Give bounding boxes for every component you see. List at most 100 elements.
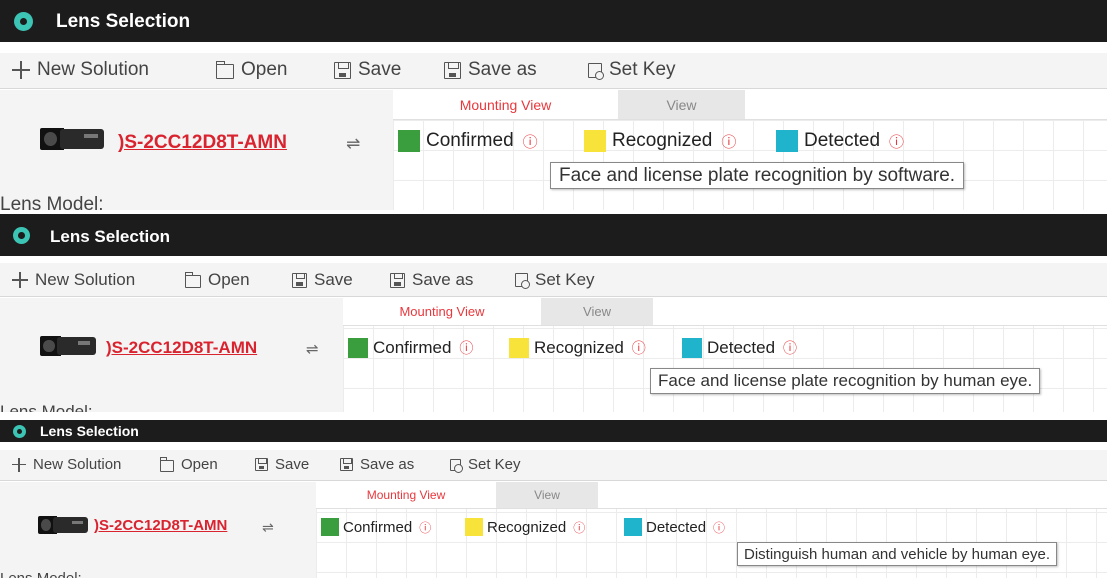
save-as-icon bbox=[340, 458, 353, 471]
info-icon[interactable]: ⓘ bbox=[573, 519, 585, 536]
camera-model-link[interactable]: )S-2CC12D8T-AMN bbox=[94, 517, 227, 534]
camera-plate bbox=[72, 521, 83, 524]
info-icon[interactable]: ⓘ bbox=[889, 131, 904, 152]
legend-recognized: Recognized ⓘ bbox=[509, 338, 646, 358]
recognized-label: Recognized bbox=[534, 338, 624, 357]
open-label: Open bbox=[181, 456, 218, 473]
recognized-label: Recognized bbox=[487, 518, 567, 536]
app-title: Lens Selection bbox=[40, 423, 139, 439]
info-icon[interactable]: ⓘ bbox=[632, 338, 646, 358]
camera-plate bbox=[84, 134, 98, 138]
tab-view[interactable]: View bbox=[618, 90, 745, 119]
tooltip: Face and license plate recognition by hu… bbox=[650, 368, 1041, 394]
open-button[interactable]: Open bbox=[184, 270, 250, 290]
lens-selection-window-2: Lens Selection New Solution Open Save Sa… bbox=[0, 214, 1107, 412]
info-icon[interactable]: ⓘ bbox=[459, 338, 473, 358]
open-button[interactable]: Open bbox=[159, 456, 218, 473]
view-tabs: Mounting View View bbox=[393, 90, 1107, 120]
tab-mounting-view[interactable]: Mounting View bbox=[343, 298, 541, 325]
save-label: Save bbox=[275, 456, 310, 473]
tab-mounting-view[interactable]: Mounting View bbox=[393, 90, 618, 119]
swap-icon[interactable]: ⇌ bbox=[306, 340, 319, 358]
set-key-label: Set Key bbox=[535, 270, 595, 289]
set-key-label: Set Key bbox=[609, 59, 676, 80]
key-icon bbox=[450, 458, 463, 473]
save-as-button[interactable]: Save as bbox=[390, 270, 473, 290]
info-icon[interactable]: ⓘ bbox=[783, 338, 797, 358]
set-key-button[interactable]: Set Key bbox=[515, 270, 595, 290]
detected-swatch bbox=[624, 518, 642, 536]
camera-body bbox=[53, 517, 88, 533]
lens-selection-window-1: Lens Selection New Solution Open Save Sa… bbox=[0, 0, 1107, 210]
camera-body bbox=[60, 129, 104, 149]
legend-recognized: Recognized ⓘ bbox=[584, 130, 736, 152]
detected-label: Detected bbox=[707, 338, 776, 357]
save-as-button[interactable]: Save as bbox=[340, 456, 414, 473]
new-solution-button[interactable]: New Solution bbox=[12, 270, 135, 290]
save-button[interactable]: Save bbox=[292, 270, 353, 290]
lens-app-icon bbox=[14, 12, 33, 31]
folder-icon bbox=[159, 456, 174, 472]
tab-view[interactable]: View bbox=[541, 298, 653, 325]
save-as-label: Save as bbox=[360, 456, 415, 473]
camera-model-link[interactable]: )S-2CC12D8T-AMN bbox=[118, 132, 287, 154]
view-tabs: Mounting View View bbox=[316, 482, 1107, 509]
recognized-swatch bbox=[584, 130, 606, 152]
info-icon[interactable]: ⓘ bbox=[419, 519, 431, 536]
detected-label: Detected bbox=[646, 518, 707, 536]
detected-swatch bbox=[776, 130, 798, 152]
confirmed-swatch bbox=[348, 338, 368, 358]
info-icon[interactable]: ⓘ bbox=[721, 131, 736, 152]
save-icon bbox=[334, 61, 351, 79]
new-solution-button[interactable]: New Solution bbox=[12, 59, 149, 81]
legend-confirmed: Confirmed ⓘ bbox=[348, 338, 473, 358]
toolbar: New Solution Open Save Save as Set Key bbox=[0, 53, 1107, 89]
camera-pane: )S-2CC12D8T-AMN ⇌ Lens Model: bbox=[0, 298, 343, 412]
legend-confirmed: Confirmed ⓘ bbox=[398, 130, 538, 152]
save-as-button[interactable]: Save as bbox=[444, 59, 537, 81]
camera-thumbnail bbox=[38, 516, 88, 534]
set-key-label: Set Key bbox=[468, 456, 521, 473]
tab-mounting-view[interactable]: Mounting View bbox=[316, 482, 496, 508]
key-icon bbox=[588, 62, 604, 80]
new-solution-label: New Solution bbox=[35, 270, 136, 289]
folder-icon bbox=[184, 272, 201, 288]
save-label: Save bbox=[358, 59, 402, 80]
lens-model-label: Lens Model: bbox=[0, 402, 93, 412]
save-button[interactable]: Save bbox=[255, 456, 309, 473]
camera-pane: )S-2CC12D8T-AMN ⇌ Lens Model: bbox=[0, 482, 316, 578]
swap-icon[interactable]: ⇌ bbox=[262, 519, 274, 536]
app-title: Lens Selection bbox=[56, 11, 191, 32]
open-button[interactable]: Open bbox=[215, 59, 287, 81]
camera-thumbnail bbox=[40, 336, 96, 356]
view-tabs: Mounting View View bbox=[343, 298, 1107, 326]
tab-view[interactable]: View bbox=[496, 482, 598, 508]
lens-app-icon bbox=[13, 425, 26, 438]
set-key-button[interactable]: Set Key bbox=[588, 59, 676, 81]
camera-model-link[interactable]: )S-2CC12D8T-AMN bbox=[106, 338, 257, 358]
swap-icon[interactable]: ⇌ bbox=[346, 134, 360, 154]
info-icon[interactable]: ⓘ bbox=[523, 131, 538, 152]
legend-detected: Detected ⓘ bbox=[682, 338, 797, 358]
info-icon[interactable]: ⓘ bbox=[713, 519, 725, 536]
legend-recognized: Recognized ⓘ bbox=[465, 518, 585, 536]
tooltip: Face and license plate recognition by so… bbox=[550, 162, 965, 189]
set-key-button[interactable]: Set Key bbox=[450, 456, 521, 473]
view-pane: Mounting View View Confirmed ⓘ Recognize… bbox=[343, 298, 1107, 412]
confirmed-label: Confirmed bbox=[343, 518, 413, 536]
tooltip: Distinguish human and vehicle by human e… bbox=[737, 542, 1058, 566]
detected-swatch bbox=[682, 338, 702, 358]
save-button[interactable]: Save bbox=[334, 59, 401, 81]
camera-pane: )S-2CC12D8T-AMN ⇌ Lens Model: bbox=[0, 90, 393, 210]
toolbar: New Solution Open Save Save as Set Key bbox=[0, 450, 1107, 481]
new-solution-button[interactable]: New Solution bbox=[12, 456, 121, 473]
camera-thumbnail bbox=[40, 128, 104, 150]
recognized-swatch bbox=[509, 338, 529, 358]
toolbar: New Solution Open Save Save as Set Key bbox=[0, 263, 1107, 297]
folder-icon bbox=[215, 61, 234, 79]
camera-plate bbox=[78, 341, 90, 345]
save-icon bbox=[255, 458, 268, 471]
camera-body bbox=[57, 337, 96, 355]
key-icon bbox=[515, 273, 530, 289]
legend-detected: Detected ⓘ bbox=[776, 130, 904, 152]
